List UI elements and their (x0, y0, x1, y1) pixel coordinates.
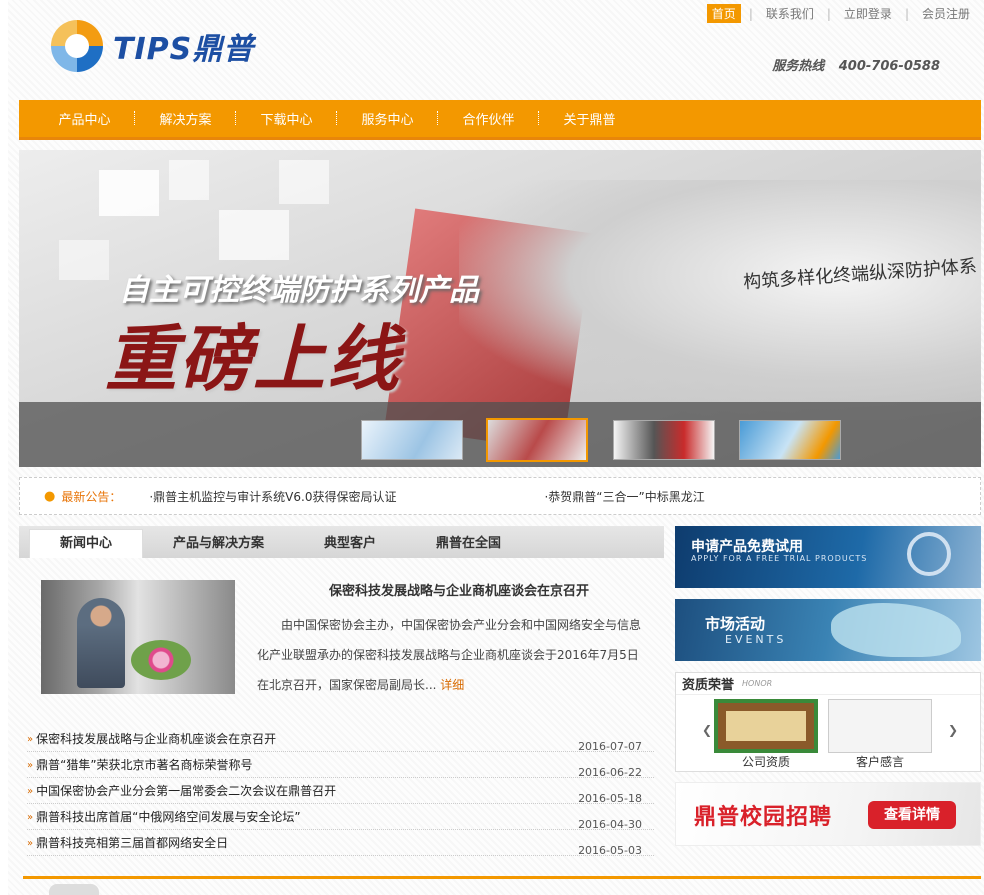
divider: | (904, 6, 909, 21)
banner-headline: 重磅上线 (105, 317, 402, 401)
banner-thumb-1[interactable] (361, 420, 463, 460)
news-title[interactable]: 保密科技发展战略与企业商机座谈会在京召开 (36, 730, 276, 751)
bullet-icon: » (27, 734, 34, 745)
free-trial-title: 申请产品免费试用 (691, 539, 803, 555)
news-title[interactable]: 鼎普科技出席首届“中俄网络空间发展与安全论坛” (36, 808, 300, 829)
tab-news-center[interactable]: 新闻中心 (29, 529, 144, 558)
events-subtitle: EVENTS (725, 633, 787, 646)
events-banner[interactable]: 市场活动 EVENTS (675, 599, 981, 661)
banner-thumbnails (19, 402, 981, 467)
honor-panel: 资质荣誉 HONOR ❮ ❯ 公司资质 客户感言 (675, 672, 981, 772)
top-link-home[interactable]: 首页 (706, 4, 741, 23)
honor-header: 资质荣誉 HONOR (676, 673, 980, 695)
bullet-icon: » (27, 838, 34, 849)
campus-recruit-title: 鼎普校园招聘 (694, 805, 833, 830)
tab-products-solutions[interactable]: 产品与解决方案 (143, 530, 294, 558)
announcement-item[interactable]: ·鼎普主机监控与审计系统V6.0获得保密局认证 (149, 488, 396, 505)
top-links: 首页 | 联系我们 | 立即登录 | 会员注册 (706, 4, 975, 23)
magnifier-icon (907, 532, 951, 576)
bullet-icon: » (27, 812, 34, 823)
list-item[interactable]: » 鼎普科技亮相第三届首都网络安全日 2016-05-03 (27, 830, 654, 857)
campus-recruit-banner[interactable]: 鼎普校园招聘 查看详情 (675, 782, 981, 846)
news-title[interactable]: 中国保密协会产业分会第一届常委会二次会议在鼎普召开 (36, 782, 336, 803)
lightbulb-icon: ● (44, 488, 56, 504)
list-item[interactable]: » 中国保密协会产业分会第一届常委会二次会议在鼎普召开 2016-05-18 (27, 778, 654, 805)
read-more-link[interactable]: 详细 (440, 678, 464, 692)
list-item[interactable]: » 鼎普科技出席首届“中俄网络空间发展与安全论坛” 2016-04-30 (27, 804, 654, 831)
nav-item-products[interactable]: 产品中心 (34, 109, 135, 128)
events-title: 市场活动 (705, 615, 766, 633)
page: TIPS鼎普 首页 | 联系我们 | 立即登录 | 会员注册 服务热线 400-… (19, 0, 981, 895)
bullet-icon: » (27, 786, 34, 797)
banner-hand-image (459, 180, 981, 420)
honor-title: 资质荣誉 (682, 678, 735, 693)
view-details-button[interactable]: 查看详情 (868, 801, 956, 829)
news-tabs: 新闻中心 产品与解决方案 典型客户 鼎普在全国 (19, 526, 664, 558)
honor-caption[interactable]: 公司资质 (742, 753, 790, 770)
news-list: » 保密科技发展战略与企业商机座谈会在京召开 2016-07-07 » 鼎普“猎… (27, 726, 654, 857)
header: TIPS鼎普 首页 | 联系我们 | 立即登录 | 会员注册 服务热线 400-… (19, 0, 981, 100)
hotline-label: 服务热线 (772, 59, 825, 74)
footer-logo (49, 884, 99, 895)
speaker-figure (77, 598, 125, 688)
nav-item-downloads[interactable]: 下载中心 (236, 109, 337, 128)
honor-subtitle: HONOR (742, 679, 773, 688)
nav-item-partners[interactable]: 合作伙伴 (438, 109, 539, 128)
news-section: 新闻中心 产品与解决方案 典型客户 鼎普在全国 保密科技发展战略与企业商机座谈会… (19, 526, 664, 866)
featured-news-title[interactable]: 保密科技发展战略与企业商机座谈会在京召开 (259, 580, 659, 599)
banner-decor-tile (59, 240, 109, 280)
customer-testimonial-image[interactable] (828, 699, 932, 753)
footer-divider (23, 876, 981, 879)
news-date: 2016-05-03 (578, 844, 642, 857)
banner-thumb-2[interactable] (486, 418, 588, 462)
announcement-bar: ● 最新公告： ·鼎普主机监控与审计系统V6.0获得保密局认证 ·恭贺鼎普“三合… (19, 477, 981, 515)
main-nav: 产品中心 解决方案 下载中心 服务中心 合作伙伴 关于鼎普 (19, 100, 981, 140)
banner-thumb-4[interactable] (739, 420, 841, 460)
free-trial-banner[interactable]: 申请产品免费试用 APPLY FOR A FREE TRIAL PRODUCTS (675, 526, 981, 588)
banner-decor-tile (99, 170, 159, 216)
divider: | (748, 6, 753, 21)
top-link-login[interactable]: 立即登录 (839, 4, 897, 23)
divider: | (826, 6, 831, 21)
featured-news: 保密科技发展战略与企业商机座谈会在京召开 由中国保密协会主办，中国保密协会产业分… (19, 558, 664, 728)
company-qualification-image[interactable] (714, 699, 818, 753)
news-title[interactable]: 鼎普“猎隼”荣获北京市著名商标荣誉称号 (36, 756, 252, 777)
list-item[interactable]: » 鼎普“猎隼”荣获北京市著名商标荣誉称号 2016-06-22 (27, 752, 654, 779)
chevron-right-icon[interactable]: ❯ (948, 723, 958, 737)
free-trial-subtitle: APPLY FOR A FREE TRIAL PRODUCTS (691, 554, 868, 563)
nav-item-services[interactable]: 服务中心 (337, 109, 438, 128)
featured-news-image[interactable] (41, 580, 235, 694)
logo-mark-icon (51, 20, 103, 72)
featured-news-desc: 由中国保密协会主办，中国保密协会产业分会和中国网络安全与信息化产业联盟承办的保密… (257, 610, 647, 700)
hero-banner[interactable]: 自主可控终端防护系列产品 重磅上线 构筑多样化终端纵深防护体系 (19, 150, 981, 467)
bullet-icon: » (27, 760, 34, 771)
nav-item-about[interactable]: 关于鼎普 (539, 109, 640, 128)
service-hotline: 服务热线 400-706-0588 (772, 55, 940, 74)
nav-item-solutions[interactable]: 解决方案 (135, 109, 236, 128)
tab-typical-customers[interactable]: 典型客户 (294, 530, 406, 558)
logo-text: TIPS鼎普 (113, 32, 255, 67)
flowers-decor (131, 640, 191, 680)
tab-nationwide[interactable]: 鼎普在全国 (406, 530, 531, 558)
banner-decor-tile (279, 160, 329, 204)
list-item[interactable]: » 保密科技发展战略与企业商机座谈会在京召开 2016-07-07 (27, 726, 654, 753)
honor-caption[interactable]: 客户感言 (856, 753, 904, 770)
logo[interactable]: TIPS鼎普 (51, 20, 254, 72)
announcement-label: 最新公告： (61, 489, 122, 504)
banner-thumb-3[interactable] (613, 420, 715, 460)
announcement-item[interactable]: ·恭贺鼎普“三合一”中标黑龙江 (544, 488, 704, 505)
top-link-register[interactable]: 会员注册 (917, 4, 975, 23)
banner-decor-tile (169, 160, 209, 200)
news-title[interactable]: 鼎普科技亮相第三届首都网络安全日 (36, 834, 228, 855)
banner-decor-tile (219, 210, 289, 260)
chevron-left-icon[interactable]: ❮ (702, 723, 712, 737)
hotline-number: 400-706-0588 (838, 59, 940, 74)
top-link-contact[interactable]: 联系我们 (761, 4, 819, 23)
china-map-image (831, 603, 961, 657)
